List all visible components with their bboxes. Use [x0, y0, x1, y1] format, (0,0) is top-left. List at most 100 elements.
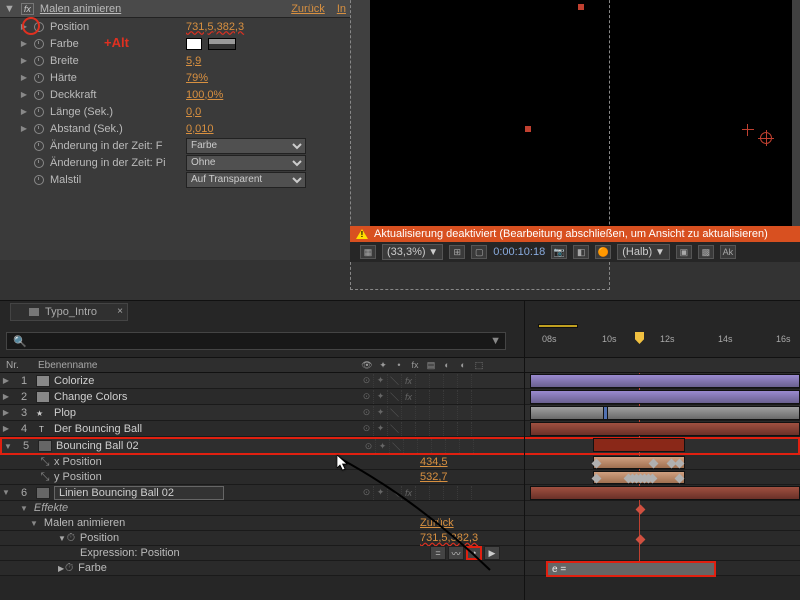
property-row[interactable]: Änderung in der Zeit: PiOhne: [0, 154, 350, 171]
switch-shy-icon[interactable]: 👁: [360, 359, 374, 371]
twirldown-icon[interactable]: ▼: [58, 534, 66, 543]
prop-value[interactable]: 79%: [186, 72, 208, 84]
property-row[interactable]: Änderung in der Zeit: FFarbe: [0, 137, 350, 154]
fx-switch[interactable]: fx: [402, 374, 416, 388]
twirldown-icon[interactable]: ▶: [20, 23, 28, 31]
twirldown-icon[interactable]: ▼: [20, 504, 28, 513]
effect-name[interactable]: Malen animieren: [40, 3, 121, 15]
track-row[interactable]: [530, 470, 800, 485]
track-area[interactable]: [530, 373, 800, 561]
property-row[interactable]: ▶Länge (Sek.)0,0: [0, 103, 350, 120]
twirldown-icon[interactable]: ▼: [2, 442, 14, 451]
twirldown-icon[interactable]: ▶: [20, 125, 28, 133]
prop-value[interactable]: 731,5,382,3: [186, 21, 244, 33]
prop-dropdown[interactable]: Auf Transparent: [186, 172, 306, 188]
stopwatch-icon[interactable]: ⏱: [66, 533, 76, 543]
track-row[interactable]: [530, 373, 800, 389]
view-button[interactable]: Ak: [720, 245, 736, 259]
zoom-dropdown[interactable]: (33,3%) ▼: [382, 244, 443, 260]
layer-bar[interactable]: [530, 406, 800, 420]
prop-value[interactable]: 434,5: [420, 456, 448, 468]
expression-menu-button[interactable]: ▶: [484, 546, 500, 560]
twirldown-icon[interactable]: ▶: [0, 424, 12, 433]
snapshot-button[interactable]: 📷: [551, 245, 567, 259]
roi-button[interactable]: ▣: [676, 245, 692, 259]
twirldown-icon[interactable]: ▼: [4, 3, 15, 15]
layer-bar[interactable]: [603, 406, 608, 420]
property-row[interactable]: ▶Härte79%: [0, 69, 350, 86]
separate-dim-icon[interactable]: ⤡: [40, 472, 50, 482]
composition-tab[interactable]: Typo_Intro ×: [10, 303, 128, 321]
switch-frame-icon[interactable]: ▤: [424, 359, 438, 371]
expression-input[interactable]: [546, 561, 716, 577]
transform-handle[interactable]: [578, 4, 584, 10]
channel-button[interactable]: 🟠: [595, 245, 611, 259]
stopwatch-icon[interactable]: [34, 22, 44, 32]
prop-value[interactable]: 532,7: [420, 471, 448, 483]
stopwatch-icon[interactable]: [34, 158, 44, 168]
track-row[interactable]: [530, 455, 800, 470]
switch-mb-icon[interactable]: ◐: [440, 359, 454, 371]
layer-search[interactable]: 🔍 ▼: [6, 332, 506, 350]
preview-viewport[interactable]: [370, 0, 792, 258]
stopwatch-icon[interactable]: [34, 175, 44, 185]
stopwatch-icon[interactable]: ⏱: [64, 563, 74, 573]
track-row[interactable]: [530, 437, 800, 455]
show-snapshot-button[interactable]: ◧: [573, 245, 589, 259]
twirldown-icon[interactable]: ▶: [20, 74, 28, 82]
twirldown-icon[interactable]: ▶: [0, 408, 12, 417]
layer-bar[interactable]: [530, 390, 800, 404]
prop-value[interactable]: 0,0: [186, 106, 201, 118]
mask-button[interactable]: ▢: [471, 245, 487, 259]
track-row[interactable]: [530, 516, 800, 531]
prop-value[interactable]: 0,010: [186, 123, 214, 135]
keyframe-icon[interactable]: [636, 535, 646, 545]
cti-head[interactable]: [635, 332, 644, 344]
transparency-button[interactable]: ▩: [698, 245, 714, 259]
switch-dot-icon[interactable]: •: [392, 359, 406, 371]
work-area-bar[interactable]: [538, 324, 578, 328]
prop-dropdown[interactable]: Farbe: [186, 138, 306, 154]
twirldown-icon[interactable]: [20, 159, 28, 167]
stopwatch-icon[interactable]: [34, 56, 44, 66]
stopwatch-icon[interactable]: [34, 73, 44, 83]
property-row[interactable]: ▶Deckkraft100,0%: [0, 86, 350, 103]
track-row[interactable]: [530, 546, 800, 561]
twirldown-icon[interactable]: ▶: [0, 376, 12, 385]
keyframe-icon[interactable]: [636, 505, 646, 515]
layer-bar[interactable]: [530, 486, 800, 500]
separate-dim-icon[interactable]: ⤡: [40, 457, 50, 467]
switch-star-icon[interactable]: ✦: [376, 359, 390, 371]
search-dropdown-icon[interactable]: ▼: [490, 335, 501, 347]
in-link[interactable]: In: [337, 3, 346, 15]
fx-badge[interactable]: fx: [21, 3, 34, 15]
grid-button[interactable]: ▦: [360, 245, 376, 259]
track-row[interactable]: [530, 389, 800, 405]
res-button[interactable]: ⊞: [449, 245, 465, 259]
reset-link[interactable]: Zurück: [420, 517, 454, 529]
twirldown-icon[interactable]: [20, 142, 28, 150]
track-row[interactable]: [530, 501, 800, 516]
prop-value[interactable]: 5,9: [186, 55, 201, 67]
camera-target-icon[interactable]: [760, 132, 772, 144]
close-tab-icon[interactable]: ×: [117, 306, 123, 317]
twirldown-icon[interactable]: [20, 176, 28, 184]
layer-bar[interactable]: [530, 374, 800, 388]
twirldown-icon[interactable]: ▼: [0, 488, 12, 497]
track-row[interactable]: [530, 531, 800, 546]
reset-link[interactable]: Zurück: [291, 3, 325, 15]
time-ruler[interactable]: 08s 10s 12s 14s 16s: [530, 324, 800, 354]
stopwatch-icon[interactable]: [34, 39, 44, 49]
property-row[interactable]: ▶Abstand (Sek.)0,010: [0, 120, 350, 137]
stopwatch-icon[interactable]: [34, 90, 44, 100]
pick-whip-button[interactable]: ◔: [466, 546, 482, 560]
switch-fx-icon[interactable]: fx: [408, 359, 422, 371]
expression-graph-button[interactable]: 〰: [448, 546, 464, 560]
prop-value[interactable]: 100,0%: [186, 89, 223, 101]
layer-bar[interactable]: [530, 422, 800, 436]
switch-adj-icon[interactable]: ◐: [456, 359, 470, 371]
twirldown-icon[interactable]: ▶: [20, 108, 28, 116]
stopwatch-icon[interactable]: [34, 107, 44, 117]
panel-separator[interactable]: [524, 300, 525, 600]
twirldown-icon[interactable]: ▼: [30, 519, 38, 528]
